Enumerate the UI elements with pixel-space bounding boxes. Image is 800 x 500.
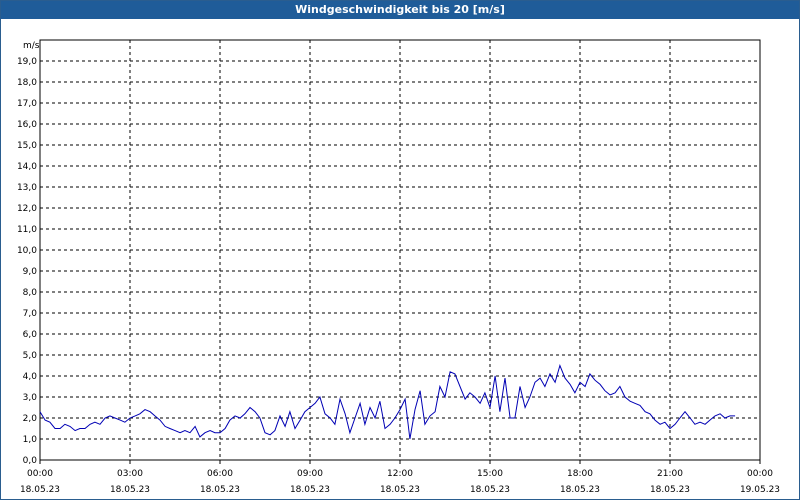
- x-tick-date-label: 18.05.23: [650, 485, 690, 495]
- x-tick-date-label: 19.05.23: [740, 485, 780, 495]
- y-tick-label: 16,0: [17, 120, 37, 130]
- x-tick-date-label: 18.05.23: [380, 485, 420, 495]
- y-tick-label: 10,0: [17, 246, 37, 256]
- y-tick-label: 9,0: [23, 267, 38, 277]
- wind-speed-chart: 0,0 1,0 2,0 3,0 4,0 5,0 6,0 7,0 8,0 9,0 10,0 11,0 12…: [17, 39, 780, 495]
- y-tick-label: 8,0: [23, 288, 38, 298]
- x-tick-time-label: 03:00: [117, 469, 143, 479]
- y-axis-ticks: 0,0 1,0 2,0 3,0 4,0 5,0 6,0 7,0 8,0 9,0 10,0 11,0 12…: [17, 57, 37, 466]
- x-tick-time-label: 21:00: [657, 469, 683, 479]
- x-axis-ticks: 00:00 18.05.23 03:00 18.05.23 06:00 18.05.23 0…: [20, 460, 780, 495]
- y-axis-unit-label: m/s: [23, 41, 40, 51]
- y-tick-label: 11,0: [17, 225, 37, 235]
- y-tick-label: 7,0: [23, 309, 38, 319]
- series-line: [39, 363, 736, 440]
- grid: [40, 40, 760, 460]
- x-tick-time-label: 12:00: [387, 469, 413, 479]
- y-tick-label: 13,0: [17, 183, 37, 193]
- y-tick-label: 12,0: [17, 204, 37, 214]
- y-tick-label: 4,0: [23, 372, 38, 382]
- y-tick-label: 5,0: [23, 351, 38, 361]
- x-tick-time-label: 09:00: [297, 469, 323, 479]
- y-tick-label: 15,0: [17, 141, 37, 151]
- y-tick-label: 3,0: [23, 393, 38, 403]
- x-tick-date-label: 18.05.23: [20, 485, 60, 495]
- x-tick-date-label: 18.05.23: [470, 485, 510, 495]
- x-tick-date-label: 18.05.23: [560, 485, 600, 495]
- y-tick-label: 14,0: [17, 162, 37, 172]
- x-tick-date-label: 18.05.23: [290, 485, 330, 495]
- y-tick-label: 2,0: [23, 414, 38, 424]
- y-tick-label: 17,0: [17, 99, 37, 109]
- x-tick-date-label: 18.05.23: [200, 485, 240, 495]
- y-tick-label: 18,0: [17, 78, 37, 88]
- x-tick-time-label: 15:00: [477, 469, 503, 479]
- series-layer: [39, 363, 736, 440]
- x-tick-time-label: 00:00: [747, 469, 773, 479]
- y-tick-label: 0,0: [23, 456, 38, 466]
- x-tick-time-label: 06:00: [207, 469, 233, 479]
- x-tick-time-label: 18:00: [567, 469, 593, 479]
- y-tick-label: 6,0: [23, 330, 38, 340]
- y-tick-label: 1,0: [23, 435, 38, 445]
- y-tick-label: 19,0: [17, 57, 37, 67]
- x-tick-time-label: 00:00: [27, 469, 53, 479]
- x-tick-date-label: 18.05.23: [110, 485, 150, 495]
